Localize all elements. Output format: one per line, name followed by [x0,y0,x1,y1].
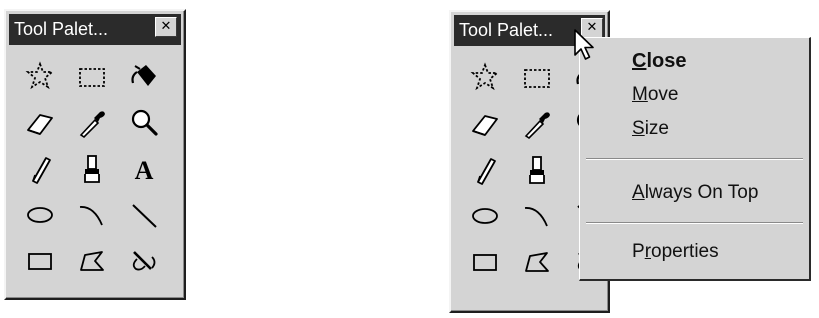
arc-icon [79,206,103,226]
polygon-icon [525,252,549,272]
rectangle-tool[interactable] [20,241,60,281]
reshape-tool[interactable] [124,241,164,281]
rectangle-icon [28,253,52,270]
marquee-icon [524,69,550,88]
lasso-icon [470,62,500,91]
eyedropper-icon [524,112,550,140]
eyedropper-icon [79,111,105,139]
text-icon: A [135,156,154,185]
palette-title: Tool Palet... [459,20,554,40]
pencil-tool[interactable] [20,149,60,189]
menu-separator [586,158,803,160]
tool-palette-window: Tool Palet... ✕ A [4,9,186,300]
magnifier-icon [131,109,158,136]
arc-icon [524,207,548,227]
magnifier-tool[interactable] [124,103,164,143]
rectangle-icon [473,254,497,271]
eyedropper-tool[interactable] [72,103,112,143]
arc-tool[interactable] [517,196,557,236]
menu-item-size[interactable]: Size [580,112,809,146]
pencil-icon [477,158,496,185]
ellipse-tool[interactable] [465,196,505,236]
lasso-tool[interactable] [20,57,60,97]
menu-item-properties[interactable]: Properties [580,235,809,269]
eraser-icon [472,115,498,136]
menu-item-always-on-top[interactable]: Always On Top [580,176,809,210]
lasso-tool[interactable] [465,58,505,98]
marquee-icon [79,68,105,87]
lasso-icon [25,61,55,90]
svg-text:A: A [135,156,154,185]
ellipse-icon [472,208,498,224]
text-tool[interactable]: A [124,149,164,189]
palette-title: Tool Palet... [14,19,109,39]
close-button[interactable]: ✕ [155,17,177,37]
line-icon [132,204,157,228]
brush-icon [529,156,545,184]
pencil-tool[interactable] [465,150,505,190]
reshape-icon [132,251,156,271]
paint-bucket-tool[interactable] [124,57,164,97]
ellipse-icon [27,207,53,223]
polygon-tool[interactable] [72,241,112,281]
brush-tool[interactable] [72,149,112,189]
eraser-tool[interactable] [20,103,60,143]
marquee-tool[interactable] [72,57,112,97]
brush-icon [84,155,100,183]
arc-tool[interactable] [72,195,112,235]
marquee-tool[interactable] [517,58,557,98]
ellipse-tool[interactable] [20,195,60,235]
eyedropper-tool[interactable] [517,104,557,144]
line-tool[interactable] [124,195,164,235]
polygon-tool[interactable] [517,242,557,282]
menu-item-close[interactable]: Close [580,44,809,78]
brush-tool[interactable] [517,150,557,190]
eraser-tool[interactable] [465,104,505,144]
menu-separator [586,222,803,224]
mouse-pointer-icon [574,29,594,60]
pencil-icon [32,157,51,184]
paint-bucket-icon [131,65,156,86]
eraser-icon [27,114,53,135]
context-menu: Close Move Size Always On Top Properties [579,37,811,281]
polygon-icon [80,251,104,271]
menu-item-move[interactable]: Move [580,78,809,112]
rectangle-tool[interactable] [465,242,505,282]
